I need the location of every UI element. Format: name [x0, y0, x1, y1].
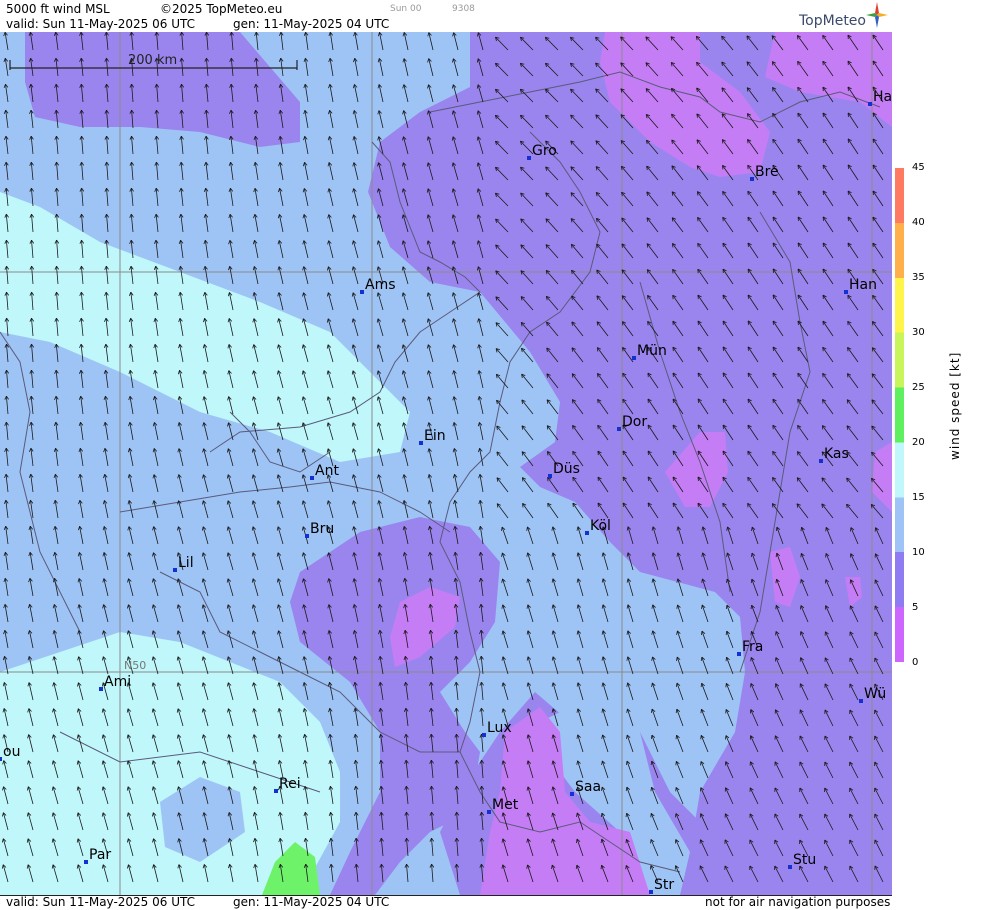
- scale-bar-label: 200 km: [128, 53, 177, 68]
- city-marker: [844, 290, 848, 294]
- city-marker: [487, 810, 491, 814]
- city-marker: [360, 290, 364, 294]
- legend-tick-label: 45: [912, 163, 925, 173]
- city-marker: [859, 699, 863, 703]
- city-label: Lux: [487, 720, 512, 736]
- topmeteo-logo: TopMeteo: [799, 13, 866, 29]
- city-label: Han: [849, 277, 877, 293]
- generated-time: gen: 11-May-2025 04 UTC: [233, 17, 389, 31]
- legend-tick-label: 35: [912, 273, 925, 283]
- city-marker: [84, 860, 88, 864]
- legend-tick-label: 10: [912, 548, 925, 558]
- faint-label-time: Sun 00: [390, 4, 421, 14]
- legend-tick-label: 40: [912, 218, 925, 228]
- city-label: Stu: [793, 852, 816, 868]
- city-label: Met: [492, 797, 519, 813]
- legend-tick-label: 0: [912, 658, 918, 668]
- city-label: ou: [3, 744, 20, 760]
- wind-speed-colorbar: [895, 168, 904, 662]
- city-label: Bru: [310, 521, 334, 537]
- legend-tick-label: 20: [912, 438, 925, 448]
- city-marker: [585, 531, 589, 535]
- city-label: Ha: [873, 89, 892, 105]
- footer-valid-time: valid: Sun 11-May-2025 06 UTC: [6, 895, 195, 909]
- legend-tick-label: 5: [912, 603, 918, 613]
- footer-generated-time: gen: 11-May-2025 04 UTC: [233, 895, 389, 909]
- city-label: Gro: [532, 143, 557, 159]
- copyright: ©2025 TopMeteo.eu: [160, 2, 282, 16]
- city-marker: [750, 177, 754, 181]
- city-marker: [737, 652, 741, 656]
- city-label: Par: [89, 847, 111, 863]
- city-label: Ein: [424, 428, 446, 444]
- city-marker: [482, 733, 486, 737]
- city-marker: [419, 441, 423, 445]
- city-marker: [548, 474, 552, 478]
- city-label: Wü: [864, 686, 886, 702]
- city-marker: [274, 789, 278, 793]
- legend-tick-label: 15: [912, 493, 925, 503]
- city-label: Köl: [590, 518, 611, 534]
- city-label: Mün: [637, 343, 667, 359]
- valid-time: valid: Sun 11-May-2025 06 UTC: [6, 17, 195, 31]
- city-label: Kas: [824, 446, 849, 462]
- faint-label-id: 9308: [452, 4, 475, 14]
- city-marker: [570, 792, 574, 796]
- city-marker: [819, 459, 823, 463]
- latitude-label: N50: [124, 659, 146, 672]
- city-label: Dor: [622, 414, 647, 430]
- city-label: Str: [654, 877, 674, 893]
- legend-tick-label: 25: [912, 383, 925, 393]
- city-marker: [310, 476, 314, 480]
- legend-tick-label: 30: [912, 328, 925, 338]
- city-label: Ami: [104, 674, 131, 690]
- city-label: Rei: [279, 776, 301, 792]
- compass-star-icon: [866, 2, 888, 28]
- disclaimer: not for air navigation purposes: [705, 895, 890, 909]
- city-marker: [649, 890, 653, 894]
- city-marker: [788, 865, 792, 869]
- city-marker: [99, 687, 103, 691]
- city-label: Düs: [553, 461, 580, 477]
- city-label: Ams: [365, 277, 396, 293]
- city-marker: [617, 427, 621, 431]
- city-label: Fra: [742, 639, 763, 655]
- city-label: Ant: [315, 463, 339, 479]
- city-marker: [868, 102, 872, 106]
- city-label: Bre: [755, 164, 779, 180]
- city-marker: [173, 568, 177, 572]
- city-marker: [0, 757, 2, 761]
- wind-map[interactable]: 200 km N50 Gro Bre Ha Ams Han Mün Dor Ein Ant Düs…: [0, 32, 892, 895]
- city-marker: [527, 156, 531, 160]
- city-label: Saa: [575, 779, 601, 795]
- city-marker: [632, 356, 636, 360]
- legend-title: wind speed [kt]: [948, 352, 962, 460]
- city-marker: [305, 534, 309, 538]
- city-label: Lil: [178, 555, 194, 571]
- map-title: 5000 ft wind MSL: [6, 2, 110, 16]
